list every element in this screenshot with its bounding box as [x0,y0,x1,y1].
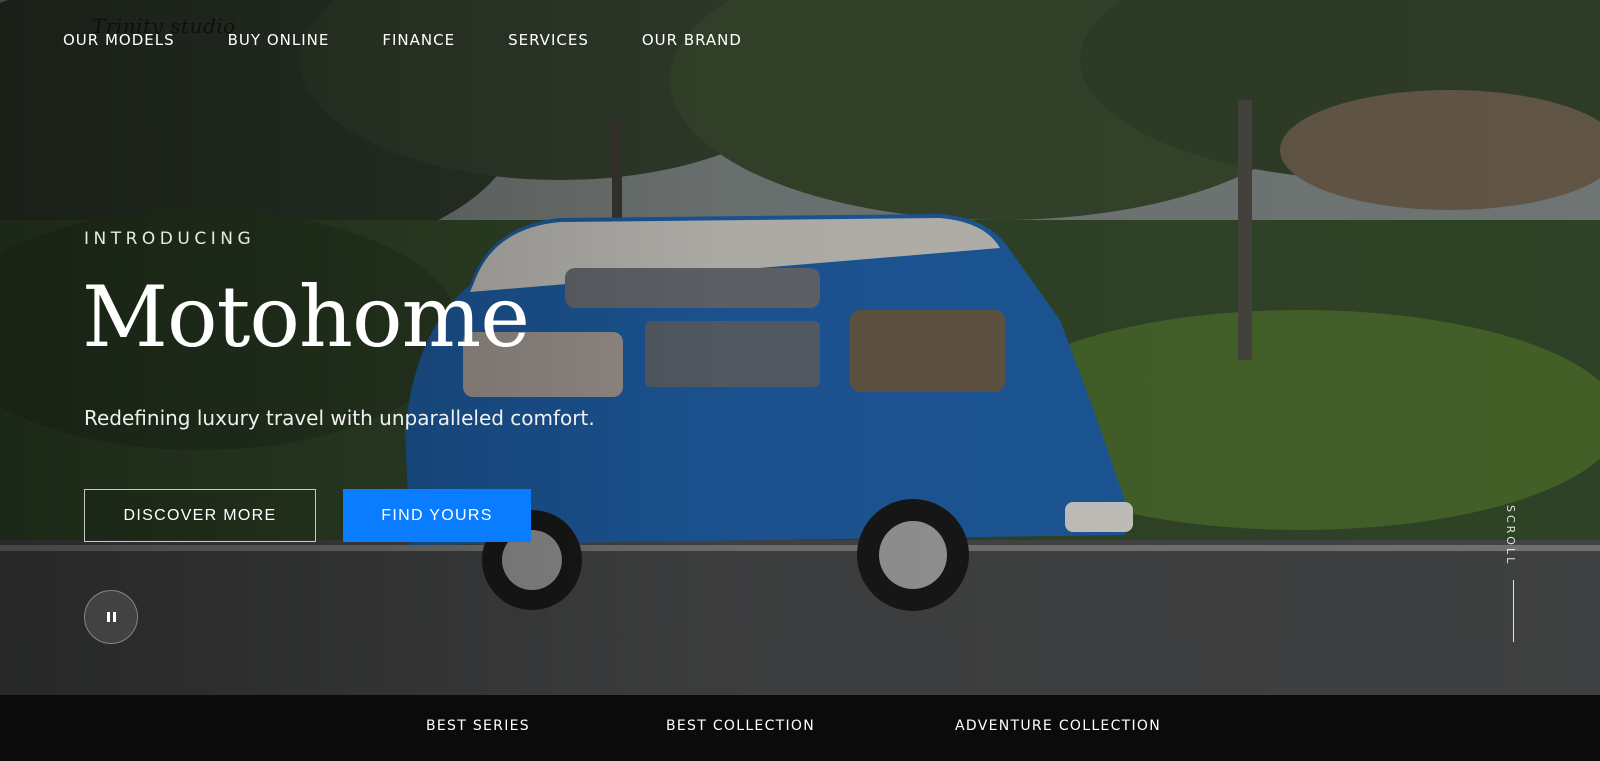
nav-item-buy-online[interactable]: BUY ONLINE [228,31,330,49]
scroll-label: SCROLL [1504,505,1517,567]
find-yours-button[interactable]: FIND YOURS [343,489,531,542]
collections-bar: BEST SERIES BEST COLLECTION ADVENTURE CO… [0,695,1600,761]
video-pause-button[interactable] [84,590,138,644]
discover-more-button[interactable]: DISCOVER MORE [84,489,316,542]
nav-item-our-brand[interactable]: OUR BRAND [642,31,742,49]
collection-best-collection[interactable]: BEST COLLECTION [666,718,815,734]
scroll-line [1513,580,1514,642]
nav-item-services[interactable]: SERVICES [508,31,589,49]
collection-best-series[interactable]: BEST SERIES [426,718,530,734]
nav-item-finance[interactable]: FINANCE [382,31,455,49]
hero-title: Motohome [82,268,530,366]
nav-item-our-models[interactable]: OUR MODELS [63,31,175,49]
main-nav: OUR MODELS BUY ONLINE FINANCE SERVICES O… [63,31,795,49]
collection-adventure[interactable]: ADVENTURE COLLECTION [955,718,1161,734]
hero-section: Trinity studio OUR MODELS BUY ONLINE FIN… [0,0,1600,695]
hero-tagline: Redefining luxury travel with unparallel… [84,406,595,430]
scroll-indicator[interactable]: SCROLL [1504,505,1524,645]
hero-eyebrow: INTRODUCING [84,229,256,249]
pause-icon [106,612,116,622]
